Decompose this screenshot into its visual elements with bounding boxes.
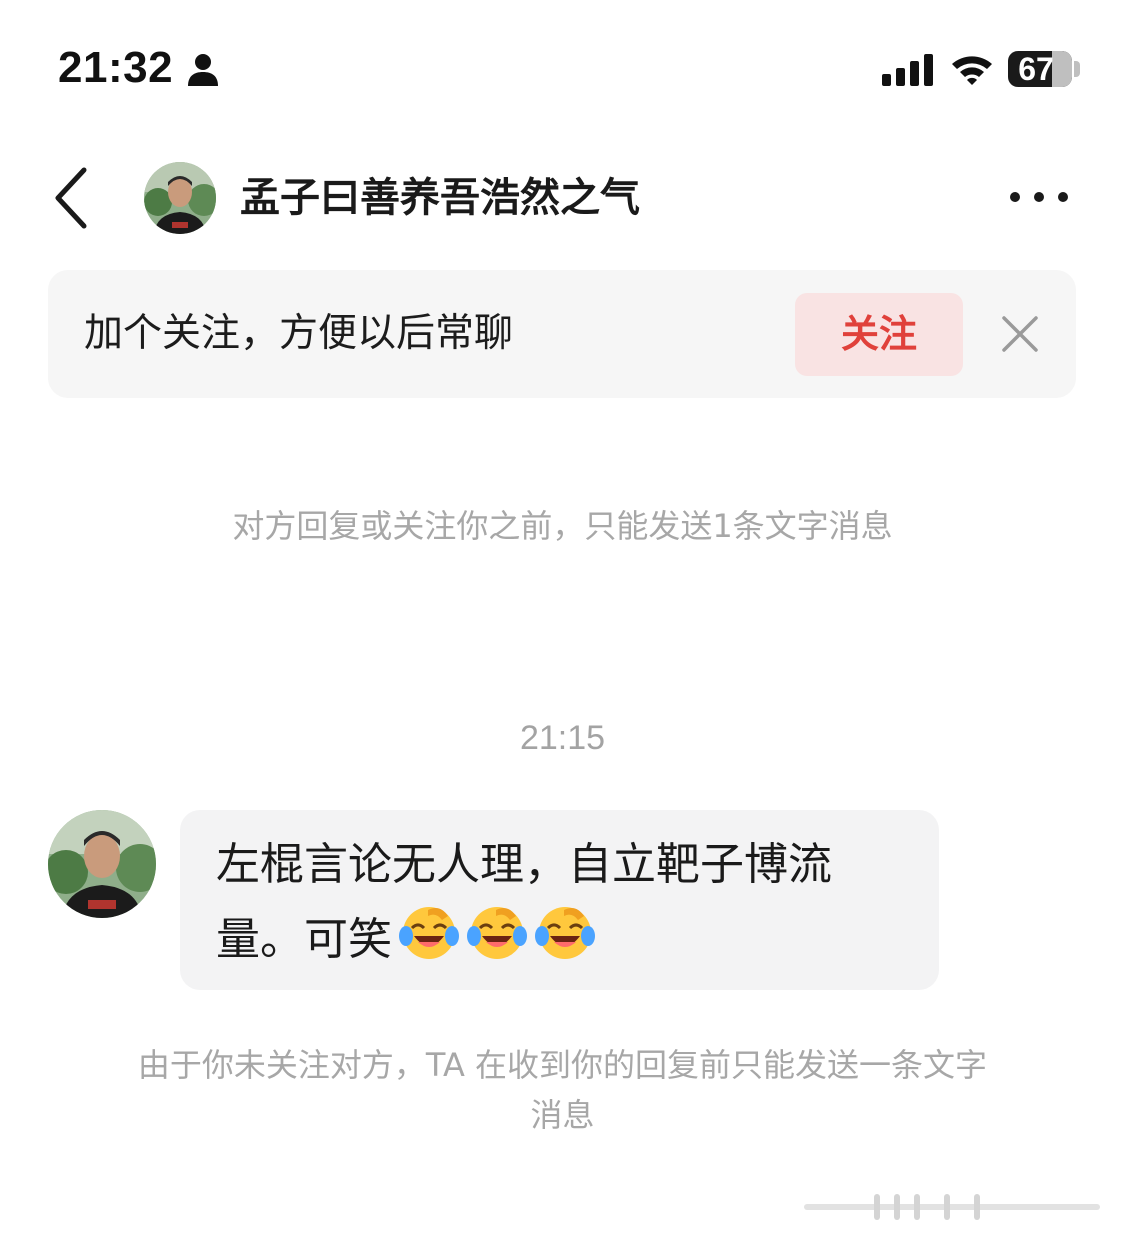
avatar-photo	[48, 810, 156, 918]
sender-avatar[interactable]	[48, 810, 156, 918]
battery-cap	[1074, 61, 1080, 77]
chat-title: 孟子曰善养吾浩然之气	[240, 175, 640, 221]
laughing-crying-emoji-icon	[467, 907, 527, 959]
person-icon	[188, 54, 218, 86]
status-time: 21:32	[58, 43, 174, 92]
reply-limit-notice-line1: 由于你未关注对方，TA 在收到你的回复前只能发送一条文字	[137, 1046, 988, 1084]
follow-button[interactable]: 关注	[795, 293, 963, 376]
message-text-container: 左棍言论无人理，自立靶子博流量。可笑	[216, 828, 916, 977]
avatar-photo	[144, 162, 216, 234]
back-arrow-icon[interactable]	[48, 164, 96, 232]
more-options-icon[interactable]	[1006, 184, 1072, 210]
follow-banner-text: 加个关注，方便以后常聊	[84, 311, 514, 356]
battery-percentage: 67	[1018, 51, 1054, 87]
wifi-icon	[952, 56, 992, 85]
contact-avatar[interactable]	[144, 162, 216, 234]
message-timestamp: 21:15	[519, 719, 606, 757]
reply-limit-notice: 由于你未关注对方，TA 在收到你的回复前只能发送一条文字 消息	[70, 1040, 1055, 1140]
reply-limit-notice-line2: 消息	[530, 1096, 595, 1134]
message-limit-notice: 对方回复或关注你之前，只能发送1条文字消息	[232, 507, 893, 545]
laughing-crying-emoji-icon	[399, 907, 459, 959]
battery-indicator: 67	[1008, 51, 1072, 87]
close-icon[interactable]	[1000, 314, 1040, 354]
cellular-signal-icon	[882, 54, 933, 86]
home-indicator[interactable]	[804, 1192, 1104, 1222]
laughing-crying-emoji-icon	[535, 907, 595, 959]
